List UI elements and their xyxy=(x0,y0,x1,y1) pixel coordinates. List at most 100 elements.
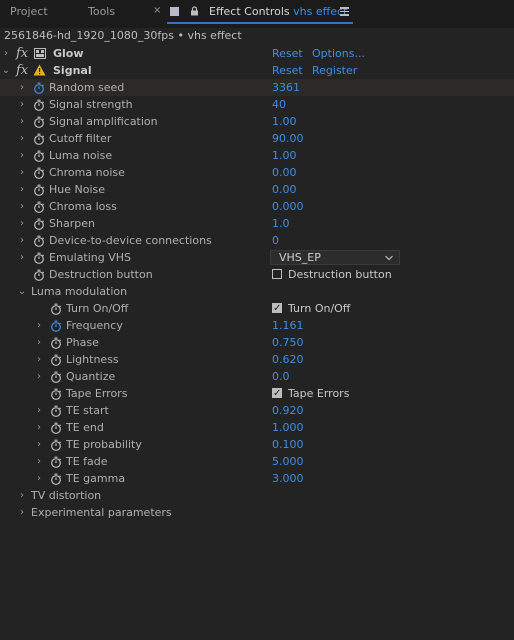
stopwatch-icon[interactable] xyxy=(50,388,62,400)
effect-row-signal[interactable]: ⌄ fx Signal Reset Register xyxy=(0,62,514,79)
chevron-right-icon[interactable]: › xyxy=(17,113,27,130)
stopwatch-icon[interactable] xyxy=(33,269,45,281)
checkbox-label[interactable]: Destruction button xyxy=(288,266,392,283)
group-row-experimental[interactable]: › Experimental parameters xyxy=(0,504,514,521)
tab-effect-controls[interactable]: Effect Controls vhs effect xyxy=(209,4,347,20)
param-value[interactable]: 90.00 xyxy=(272,130,304,147)
chevron-right-icon[interactable]: › xyxy=(17,164,27,181)
tab-project[interactable]: Project xyxy=(10,4,48,20)
stopwatch-icon[interactable] xyxy=(33,235,45,247)
param-value[interactable]: 1.161 xyxy=(272,317,304,334)
chevron-right-icon[interactable]: › xyxy=(17,130,27,147)
param-row-turn-on-off[interactable]: Turn On/Off Turn On/Off xyxy=(0,300,514,317)
signal-register-link[interactable]: Register xyxy=(312,62,357,79)
stopwatch-icon[interactable] xyxy=(50,473,62,485)
chevron-down-icon[interactable]: ⌄ xyxy=(1,62,11,79)
chevron-right-icon[interactable]: › xyxy=(17,147,27,164)
chevron-right-icon[interactable]: › xyxy=(34,436,44,453)
panel-menu-icon[interactable] xyxy=(340,7,349,16)
param-row-signal-amplification[interactable]: › Signal amplification 1.00 xyxy=(0,113,514,130)
param-row-te-fade[interactable]: › TE fade 5.000 xyxy=(0,453,514,470)
param-value[interactable]: 1.000 xyxy=(272,419,304,436)
param-row-phase[interactable]: › Phase 0.750 xyxy=(0,334,514,351)
chevron-right-icon[interactable]: › xyxy=(34,419,44,436)
param-value[interactable]: 5.000 xyxy=(272,453,304,470)
turn-on-off-checkbox[interactable] xyxy=(272,300,282,317)
param-row-tape-errors[interactable]: Tape Errors Tape Errors xyxy=(0,385,514,402)
checkbox-label[interactable]: Tape Errors xyxy=(288,385,349,402)
stopwatch-icon[interactable] xyxy=(33,201,45,213)
stopwatch-icon[interactable] xyxy=(50,405,62,417)
param-value[interactable]: 3.000 xyxy=(272,470,304,487)
param-value[interactable]: 1.00 xyxy=(272,113,297,130)
stopwatch-icon[interactable] xyxy=(33,82,45,94)
param-row-chroma-loss[interactable]: › Chroma loss 0.000 xyxy=(0,198,514,215)
param-value[interactable]: 0.00 xyxy=(272,164,297,181)
param-row-te-gamma[interactable]: › TE gamma 3.000 xyxy=(0,470,514,487)
stopwatch-icon[interactable] xyxy=(33,184,45,196)
group-row-luma-modulation[interactable]: ⌄ Luma modulation xyxy=(0,283,514,300)
param-value[interactable]: 40 xyxy=(272,96,286,113)
param-row-luma-noise[interactable]: › Luma noise 1.00 xyxy=(0,147,514,164)
chevron-right-icon[interactable]: › xyxy=(17,487,27,504)
stopwatch-icon[interactable] xyxy=(33,150,45,162)
fx-icon[interactable]: fx xyxy=(16,45,28,62)
close-tab-icon[interactable]: × xyxy=(153,5,161,16)
stopwatch-icon[interactable] xyxy=(33,167,45,179)
param-value[interactable]: 0.00 xyxy=(272,181,297,198)
tab-tools[interactable]: Tools xyxy=(88,4,115,20)
tape-errors-checkbox[interactable] xyxy=(272,385,282,402)
lock-icon[interactable] xyxy=(190,6,199,16)
param-row-te-start[interactable]: › TE start 0.920 xyxy=(0,402,514,419)
stopwatch-icon[interactable] xyxy=(50,337,62,349)
param-row-sharpen[interactable]: › Sharpen 1.0 xyxy=(0,215,514,232)
param-row-destruction-button[interactable]: Destruction button Destruction button xyxy=(0,266,514,283)
chevron-right-icon[interactable]: › xyxy=(17,249,27,266)
param-value[interactable]: 0.100 xyxy=(272,436,304,453)
param-row-te-probability[interactable]: › TE probability 0.100 xyxy=(0,436,514,453)
chevron-right-icon[interactable]: › xyxy=(34,453,44,470)
param-row-hue-noise[interactable]: › Hue Noise 0.00 xyxy=(0,181,514,198)
chevron-right-icon[interactable]: › xyxy=(17,504,27,521)
stopwatch-icon[interactable] xyxy=(50,320,62,332)
param-value[interactable]: 0 xyxy=(272,232,279,249)
checkbox-label[interactable]: Turn On/Off xyxy=(288,300,350,317)
chevron-right-icon[interactable]: › xyxy=(17,79,27,96)
param-row-chroma-noise[interactable]: › Chroma noise 0.00 xyxy=(0,164,514,181)
chevron-right-icon[interactable]: › xyxy=(1,45,11,62)
param-value[interactable]: 0.750 xyxy=(272,334,304,351)
param-row-signal-strength[interactable]: › Signal strength 40 xyxy=(0,96,514,113)
param-row-te-end[interactable]: › TE end 1.000 xyxy=(0,419,514,436)
param-row-cutoff-filter[interactable]: › Cutoff filter 90.00 xyxy=(0,130,514,147)
fx-icon[interactable]: fx xyxy=(16,62,28,79)
group-row-tv-distortion[interactable]: › TV distortion xyxy=(0,487,514,504)
param-row-frequency[interactable]: › Frequency 1.161 xyxy=(0,317,514,334)
param-value[interactable]: 1.0 xyxy=(272,215,290,232)
param-row-lightness[interactable]: › Lightness 0.620 xyxy=(0,351,514,368)
effect-row-glow[interactable]: › fx Glow Reset Options... xyxy=(0,45,514,62)
chevron-right-icon[interactable]: › xyxy=(17,215,27,232)
param-value[interactable]: 1.00 xyxy=(272,147,297,164)
emulating-vhs-dropdown[interactable]: VHS_EP xyxy=(270,250,400,265)
chevron-right-icon[interactable]: › xyxy=(34,351,44,368)
stopwatch-icon[interactable] xyxy=(50,422,62,434)
stopwatch-icon[interactable] xyxy=(50,354,62,366)
stopwatch-icon[interactable] xyxy=(50,303,62,315)
param-value[interactable]: 0.000 xyxy=(272,198,304,215)
stopwatch-icon[interactable] xyxy=(33,99,45,111)
destruction-checkbox[interactable] xyxy=(272,269,282,279)
param-row-emulating-vhs[interactable]: › Emulating VHS VHS_EP xyxy=(0,249,514,266)
param-row-device-connections[interactable]: › Device-to-device connections 0 xyxy=(0,232,514,249)
glow-reset-link[interactable]: Reset xyxy=(272,45,303,62)
param-value[interactable]: 3361 xyxy=(272,79,300,96)
signal-reset-link[interactable]: Reset xyxy=(272,62,303,79)
glow-options-link[interactable]: Options... xyxy=(312,45,365,62)
chevron-right-icon[interactable]: › xyxy=(34,317,44,334)
chevron-right-icon[interactable]: › xyxy=(17,232,27,249)
chevron-right-icon[interactable]: › xyxy=(34,368,44,385)
chevron-right-icon[interactable]: › xyxy=(17,96,27,113)
stopwatch-icon[interactable] xyxy=(33,116,45,128)
chevron-right-icon[interactable]: › xyxy=(17,181,27,198)
stopwatch-icon[interactable] xyxy=(33,252,45,264)
stopwatch-icon[interactable] xyxy=(50,371,62,383)
